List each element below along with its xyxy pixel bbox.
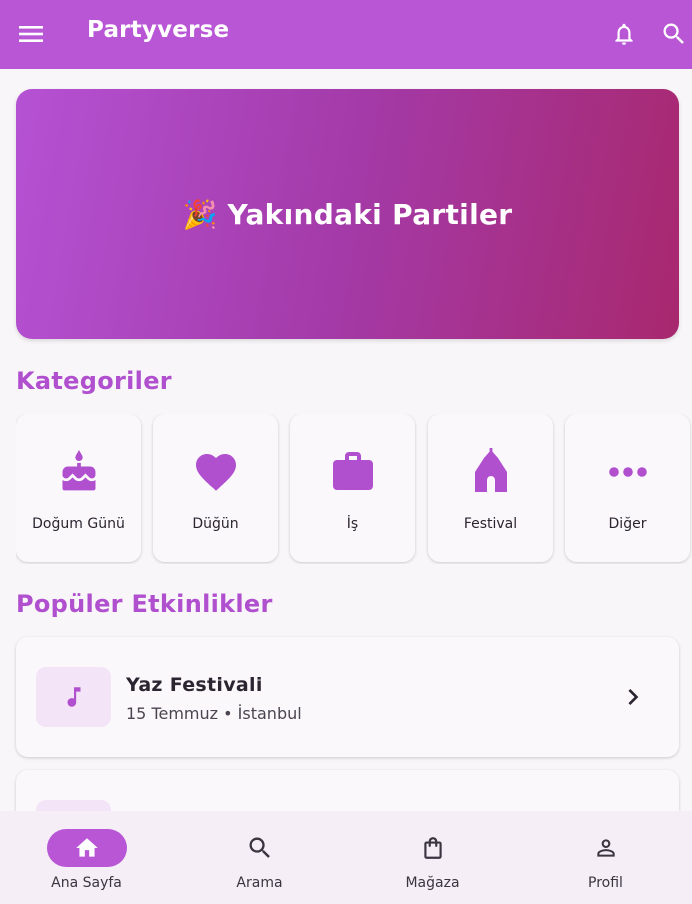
category-label: Doğum Günü <box>32 516 125 532</box>
person-icon <box>596 839 615 857</box>
cake-icon <box>55 448 103 496</box>
event-card[interactable]: Yaz Festivali 15 Temmuz • İstanbul <box>16 637 679 757</box>
app-title: Partyverse <box>87 17 230 43</box>
shopping-bag-icon <box>423 837 442 859</box>
search-icon <box>249 837 270 858</box>
bottom-navigation: Ana Sayfa Arama Mağaza Profil <box>0 811 692 904</box>
nav-item-store[interactable]: Mağaza <box>346 811 519 904</box>
nav-item-home[interactable]: Ana Sayfa <box>0 811 173 904</box>
briefcase-icon <box>329 448 377 496</box>
chevron-right-icon <box>617 681 649 713</box>
category-label: Düğün <box>192 516 239 532</box>
more-horiz-icon <box>604 448 652 496</box>
hero-banner[interactable]: 🎉 Yakındaki Partiler <box>16 89 679 339</box>
event-subtitle: 15 Temmuz • İstanbul <box>126 704 302 723</box>
categories-list: Doğum Günü Düğün İş Festival Diğer <box>16 414 692 564</box>
category-label: İş <box>346 516 359 532</box>
event-thumbnail <box>36 667 111 727</box>
category-birthday[interactable]: Doğum Günü <box>16 414 141 562</box>
bell-icon <box>615 23 633 45</box>
event-title: Yaz Festivali <box>126 674 263 696</box>
category-other[interactable]: Diğer <box>565 414 690 562</box>
party-popper-icon: 🎉 <box>182 197 218 231</box>
nav-label: Profil <box>588 875 623 891</box>
menu-button[interactable] <box>14 17 48 51</box>
search-button[interactable] <box>656 16 692 52</box>
music-note-icon <box>67 687 80 707</box>
home-icon <box>75 838 98 857</box>
nav-active-indicator <box>46 829 127 867</box>
category-label: Diğer <box>608 516 647 532</box>
search-icon <box>663 23 684 44</box>
nav-label: Arama <box>236 875 283 891</box>
venue-icon <box>467 448 515 496</box>
notifications-button[interactable] <box>606 16 642 52</box>
nav-label: Mağaza <box>405 875 460 891</box>
categories-title: Kategoriler <box>16 367 172 395</box>
nav-icon-container <box>566 829 646 867</box>
menu-icon <box>19 26 43 42</box>
app-bar: Partyverse <box>0 0 692 69</box>
nav-item-search[interactable]: Arama <box>173 811 346 904</box>
popular-events-title: Popüler Etkinlikler <box>16 590 273 618</box>
category-business[interactable]: İş <box>290 414 415 562</box>
nav-icon-container <box>220 829 300 867</box>
heart-icon <box>192 448 240 496</box>
nav-label: Ana Sayfa <box>51 875 122 891</box>
category-label: Festival <box>463 516 518 532</box>
category-festival[interactable]: Festival <box>428 414 553 562</box>
nav-item-profile[interactable]: Profil <box>519 811 692 904</box>
nav-icon-container <box>393 829 473 867</box>
hero-title: Yakındaki Partiler <box>227 197 513 231</box>
category-wedding[interactable]: Düğün <box>153 414 278 562</box>
